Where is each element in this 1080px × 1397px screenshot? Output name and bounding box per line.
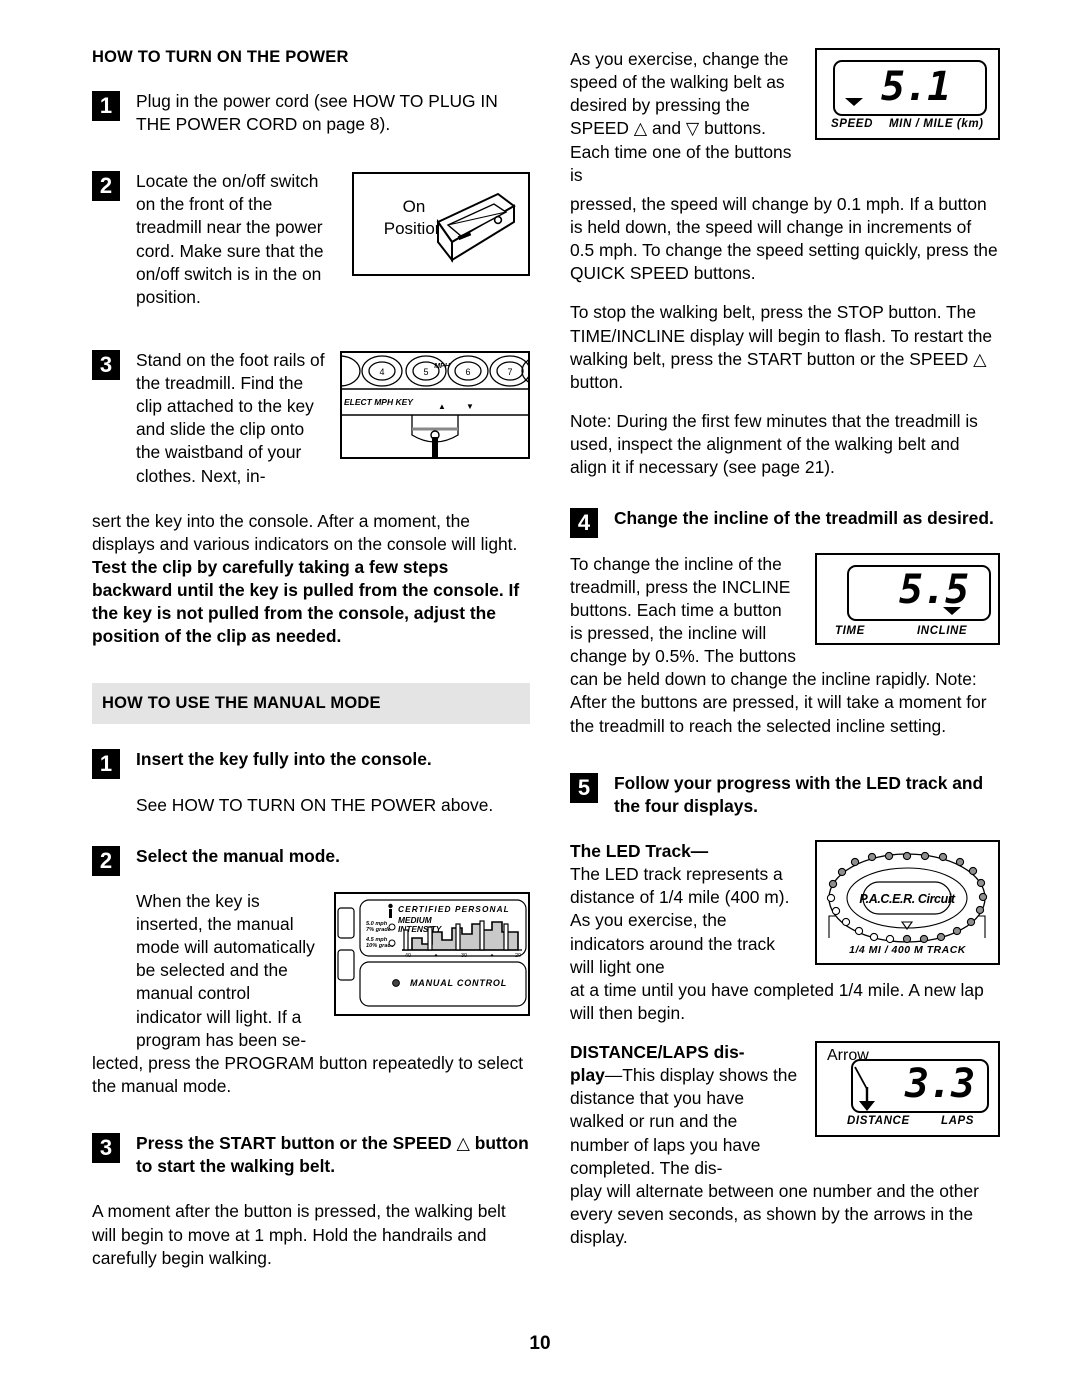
figure-incline-display: 5.5 TIME INCLINE [815,552,1000,645]
step-number-badge: 2 [92,171,120,202]
speed-label: SPEED [831,118,873,130]
svg-text:20: 20 [515,953,521,959]
triangle-up-icon: △ [973,348,987,369]
triangle-up-icon: △ [456,1133,470,1154]
distance-heading-b: play [570,1065,605,1086]
step-number-badge: 2 [92,845,120,876]
svg-text:CERTIFIED PERSONAL: CERTIFIED PERSONAL [398,904,510,914]
step-4-heading: Change the incline of the treadmill as d… [614,508,994,529]
step-3-continued: sert the key into the console. After a m… [92,510,520,647]
manual-page: HOW TO TURN ON THE POWER 1 Plug in the p… [0,0,1080,1397]
step-number-badge: 5 [570,772,598,803]
incline-indicator-arrow-icon [943,606,961,615]
step-3-bold-warning: Test the clip by carefully taking a few … [92,557,520,647]
two-column-layout: HOW TO TURN ON THE POWER 1 Plug in the p… [92,48,1000,1286]
right-column: 5.1 SPEED MIN / MILE (km) As you exercis… [570,48,1000,1265]
triangle-down-icon: ▽ [685,118,700,139]
speed-indicator-arrow-icon [845,98,863,106]
section-heading-manual-mode: HOW TO USE THE MANUAL MODE [92,682,530,725]
triangle-up-icon: △ [633,118,648,139]
time-label: TIME [835,624,865,637]
svg-text:ELECT MPH KEY: ELECT MPH KEY [344,397,414,407]
step-number-badge: 1 [92,749,120,780]
led-track-text-rest: at a time until you have completed 1/4 m… [570,979,984,1023]
svg-text:▲: ▲ [438,402,446,411]
step-4-change-incline: 4 Change the incline of the treadmill as… [570,507,1000,539]
step-4-body-rest: can be held down to change the incline r… [570,669,987,736]
figure-manual-control-console: CERTIFIED PERSONAL MEDIUM INTENSITY 5.0 … [334,891,530,1016]
step-1-plug-in: 1 Plug in the power cord (see HOW TO PLU… [92,90,530,136]
step-2-on-off-switch: 2 On Position Locate the on/off switch o… [92,170,530,309]
incline-label: INCLINE [917,624,968,637]
manual-step-2-body-rest: lected, press the PROGRAM button repeate… [92,1052,524,1096]
svg-text:4: 4 [379,367,384,377]
speed-paragraph-rest: pressed, the speed will change by 0.1 mp… [570,193,998,284]
svg-text:6: 6 [465,367,470,377]
svg-text:●: ● [490,953,493,959]
arrow-callout-label: Arrow [827,1047,869,1065]
manual-step-1-insert-key: 1 Insert the key fully into the console. [92,748,530,780]
led-track-heading: The LED Track— [570,840,709,861]
svg-text:7: 7 [507,367,512,377]
svg-text:MANUAL CONTROL: MANUAL CONTROL [410,978,507,988]
section-heading-power: HOW TO TURN ON THE POWER [92,48,349,66]
rocker-switch-icon [436,192,516,263]
distance-label: DISTANCE [847,1115,910,1128]
alignment-note-paragraph: Note: During the first few minutes that … [570,410,978,478]
figure-distance-laps-display: 3.3 Arrow DISTANCE LAPS [815,1041,1000,1138]
pacer-circuit-logo: P.A.C.E.R. Circuit [859,892,956,906]
figure-console-key: 4 5 6 7 MPH ELECT MPH KEY ▲ ▼ [340,350,530,459]
figure-speed-display: 5.1 SPEED MIN / MILE (km) [815,48,1000,140]
step-5-follow-progress: 5 Follow your progress with the LED trac… [570,772,1000,818]
manual-step-2-heading: Select the manual mode. [136,845,340,866]
stop-start-paragraph: To stop the walking belt, press the STOP… [570,302,993,392]
callout-arrow-icon [854,1066,875,1112]
step-5-heading: Follow your progress with the LED track … [614,772,984,816]
speed-value: 5.1 [881,64,951,110]
manual-step-3-press-start: 3 Press the START button or the SPEED △ … [92,1132,530,1178]
led-track-caption: 1/4 MI / 400 M TRACK [849,943,966,956]
manual-step-3-heading: Press the START button or the SPEED △ bu… [136,1133,529,1177]
step-number-badge: 3 [92,349,120,380]
step-number-badge: 3 [92,1133,120,1164]
figure-on-position-switch: On Position [352,172,530,277]
manual-step-1-body: See HOW TO TURN ON THE POWER above. [136,794,494,815]
laps-label: LAPS [941,1115,975,1128]
svg-text:▼: ▼ [466,402,474,411]
manual-step-2-select-mode: 2 Select the manual mode. [92,845,530,876]
manual-step-1-heading: Insert the key fully into the console. [136,749,432,770]
svg-text:7% grade: 7% grade [366,927,391,933]
manual-step-2-body-block: CERTIFIED PERSONAL MEDIUM INTENSITY 5.0 … [92,890,530,1052]
svg-text:●: ● [434,953,437,959]
svg-text:40: 40 [405,953,411,959]
svg-text:30: 30 [461,953,467,959]
manual-step-3-body: A moment after the button is pressed, th… [92,1201,506,1268]
svg-text:MPH: MPH [434,363,451,370]
step-number-badge: 4 [570,508,598,539]
min-mile-label: MIN / MILE (km) [889,118,984,130]
distance-laps-text-rest: play will alternate between one number a… [570,1180,979,1248]
page-number: 10 [529,1333,551,1354]
svg-text:5: 5 [423,367,428,377]
step-1-text: Plug in the power cord (see HOW TO PLUG … [136,90,498,134]
distance-heading-a: DISTANCE/LAPS dis- [570,1042,745,1063]
console-key-diagram-icon: 4 5 6 7 MPH ELECT MPH KEY ▲ ▼ [342,355,528,457]
left-column: HOW TO TURN ON THE POWER 1 Plug in the p… [92,48,530,1286]
step-3-foot-rails: 3 4 5 6 7 MPH ELECT MPH KEY ▲ ▼ Stand on… [92,349,530,488]
console-program-display-icon: CERTIFIED PERSONAL MEDIUM INTENSITY 5.0 … [337,899,527,1007]
figure-led-track: P.A.C.E.R. Circuit 1/4 MI / 400 M TRACK [815,839,1000,965]
step-number-badge: 1 [92,90,120,121]
distance-value: 3.3 [905,1061,975,1108]
